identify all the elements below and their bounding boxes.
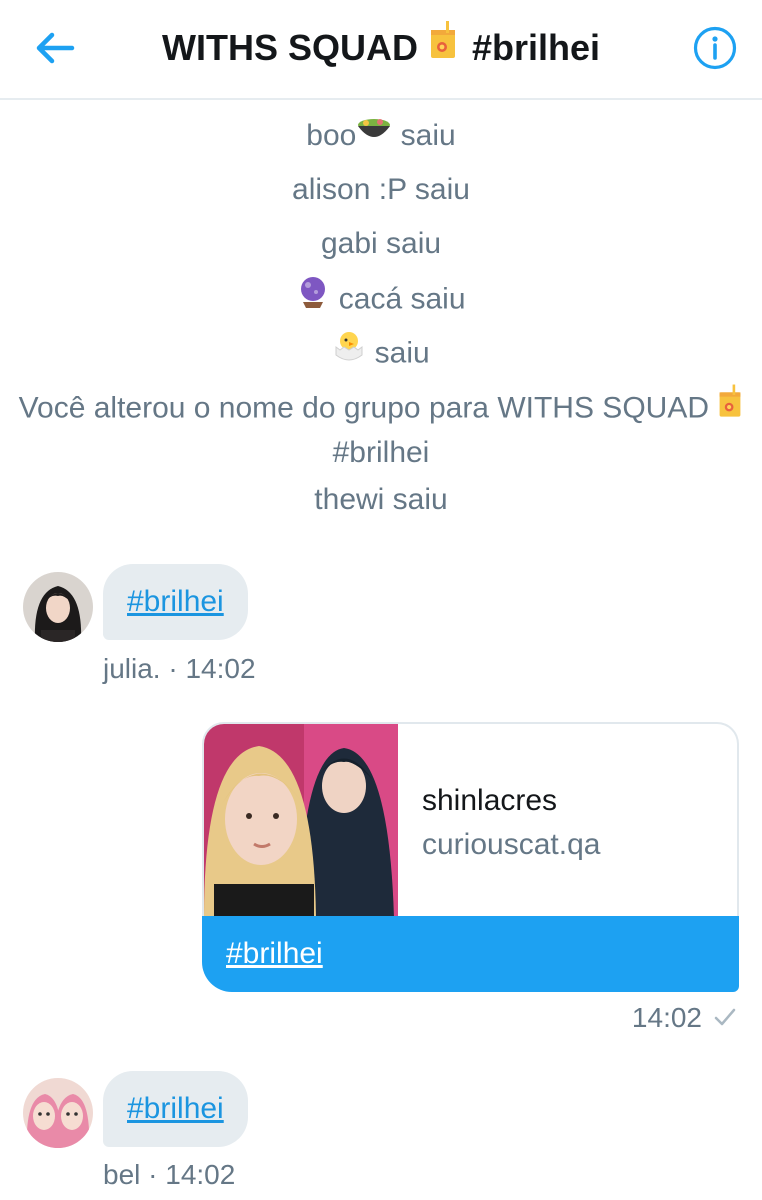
beverage-box-icon — [428, 20, 458, 72]
conversation-header: WITHS SQUAD #brilhei — [0, 0, 762, 100]
back-button[interactable] — [28, 26, 80, 70]
card-thumbnail — [204, 724, 398, 916]
title-text: WITHS SQUAD — [161, 27, 418, 68]
card-title: shinlacres — [422, 784, 558, 817]
bowl-with-food-icon — [356, 114, 392, 155]
system-message: alison :P saiu — [0, 170, 762, 210]
card-domain: curiouscat.qa — [422, 828, 601, 861]
hashtag-link[interactable]: #brilhei — [226, 937, 323, 970]
hashtag-link[interactable]: #brilhei — [127, 1092, 224, 1125]
arrow-left-icon — [36, 32, 75, 64]
conversation-title[interactable]: WITHS SQUAD #brilhei — [100, 21, 662, 74]
system-message: saiu — [0, 332, 762, 377]
message-bubble[interactable]: #brilhei — [103, 564, 248, 640]
system-message-text: alison :P saiu — [292, 173, 470, 206]
message-bubble-outgoing[interactable]: #brilhei — [202, 916, 739, 992]
system-message-suffix: saiu — [400, 119, 456, 152]
system-message: gabi saiu — [0, 224, 762, 264]
crystal-ball-icon — [296, 275, 330, 320]
message-meta: bel · 14:02 — [103, 1159, 236, 1190]
system-message-text: saiu — [374, 336, 430, 370]
title-hashtag: #brilhei — [471, 27, 601, 68]
hatching-chick-icon — [332, 329, 366, 374]
avatar[interactable] — [23, 572, 93, 642]
system-message: thewi saiu — [0, 480, 762, 520]
system-message-text: cacá saiu — [338, 282, 466, 316]
beverage-box-icon — [717, 383, 743, 430]
info-button[interactable] — [692, 25, 738, 71]
message-bubble[interactable]: #brilhei — [103, 1071, 248, 1147]
avatar[interactable] — [23, 1078, 93, 1148]
message-meta: julia. · 14:02 — [103, 653, 256, 684]
system-message: Você alterou o nome do grupo para WITHS … — [0, 383, 762, 473]
hashtag-link[interactable]: #brilhei — [127, 585, 224, 618]
system-message: cacá saiu — [0, 275, 762, 323]
system-message: boo saiu — [0, 116, 762, 158]
system-message-text: gabi saiu — [320, 227, 442, 260]
link-card[interactable]: shinlacres curiouscat.qa — [202, 722, 739, 916]
info-icon — [693, 26, 737, 70]
message-time: 14:02 — [631, 1002, 702, 1033]
check-icon — [714, 1000, 736, 1036]
message-meta: 14:02 — [632, 1000, 736, 1036]
system-message-text: Você alterou o nome do grupo para WITHS … — [18, 391, 709, 425]
system-message-text: thewi saiu — [314, 483, 448, 516]
system-message-text: boo — [306, 119, 357, 152]
system-message-line2: #brilhei — [332, 436, 430, 469]
